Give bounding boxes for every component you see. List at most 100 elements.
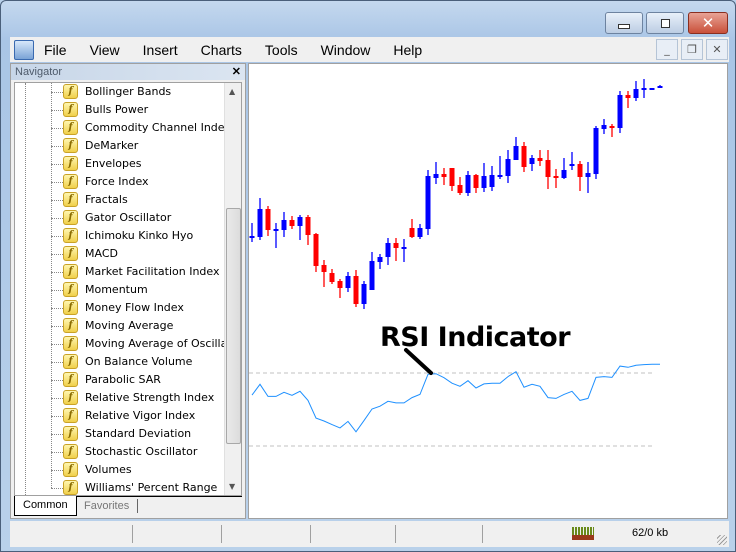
candle-body: [449, 168, 455, 186]
navigator-item[interactable]: f Bulls Power: [15, 101, 225, 119]
navigator-item-label: Stochastic Oscillator: [85, 445, 198, 458]
menu-insert[interactable]: Insert: [143, 42, 178, 58]
candle-body: [305, 217, 311, 235]
function-icon: f: [63, 264, 78, 279]
navigator-item[interactable]: f Relative Strength Index: [15, 389, 225, 407]
tree-connector: [51, 308, 63, 309]
candle-body: [313, 234, 319, 266]
navigator-item-label: Force Index: [85, 175, 149, 188]
candle-body: [257, 209, 263, 237]
navigator-header: Navigator ✕: [11, 64, 245, 80]
navigator-item[interactable]: f DeMarker: [15, 137, 225, 155]
function-icon: f: [63, 372, 78, 387]
navigator-item[interactable]: f Ichimoku Kinko Hyo: [15, 227, 225, 245]
navigator-item-label: DeMarker: [85, 139, 139, 152]
menu-charts[interactable]: Charts: [201, 42, 242, 58]
navigator-item[interactable]: f Gator Oscillator: [15, 209, 225, 227]
navigator-item[interactable]: f Commodity Channel Index: [15, 119, 231, 137]
menu-window[interactable]: Window: [321, 42, 371, 58]
navigator-item[interactable]: f Relative Vigor Index: [15, 407, 225, 425]
menu-help[interactable]: Help: [393, 42, 422, 58]
close-icon: ✕: [701, 14, 715, 32]
menu-file[interactable]: File: [44, 42, 67, 58]
function-icon: f: [63, 228, 78, 243]
navigator-close-icon[interactable]: ✕: [232, 64, 241, 80]
navigator-title: Navigator: [15, 66, 63, 78]
status-separator: [482, 525, 483, 543]
navigator-panel: Navigator ✕ f Bollinger Bands f Bulls Power…: [10, 63, 246, 519]
candle-body: [417, 228, 423, 237]
navigator-item[interactable]: f Fractals: [15, 191, 225, 209]
function-icon: f: [63, 480, 78, 495]
navigator-item[interactable]: f On Balance Volume: [15, 353, 225, 371]
candle-body: [513, 146, 519, 160]
navigator-item[interactable]: f Standard Deviation: [15, 425, 225, 443]
navigator-item-label: Bollinger Bands: [85, 85, 172, 98]
navigator-item[interactable]: f Williams' Percent Range: [15, 479, 225, 495]
tree-connector: [51, 488, 63, 489]
restore-icon: ❐: [687, 43, 697, 56]
navigator-item[interactable]: f Moving Average: [15, 317, 225, 335]
navigator-item[interactable]: f Force Index: [15, 173, 225, 191]
navigator-item-label: Bulls Power: [85, 103, 149, 116]
navigator-item[interactable]: f Momentum: [15, 281, 225, 299]
navigator-item[interactable]: f Moving Average of Oscillat: [15, 335, 232, 353]
tree-connector: [51, 164, 63, 165]
scroll-up-icon[interactable]: ▲: [229, 87, 235, 96]
function-icon: f: [63, 300, 78, 315]
candle-body: [625, 95, 631, 98]
function-icon: f: [63, 390, 78, 405]
navigator-item-label: Relative Vigor Index: [85, 409, 196, 422]
traffic-status: 62/0 kb: [632, 527, 669, 539]
tab-common[interactable]: Common: [14, 496, 77, 516]
navigator-item-label: Ichimoku Kinko Hyo: [85, 229, 194, 242]
resize-grip-icon[interactable]: [717, 535, 727, 545]
navigator-scrollbar[interactable]: ▲ ▼: [224, 83, 241, 495]
minimize-icon: [618, 23, 630, 29]
navigator-item[interactable]: f Volumes: [15, 461, 225, 479]
navigator-item-label: MACD: [85, 247, 118, 260]
app-logo-icon: [14, 39, 34, 60]
navigator-item[interactable]: f Market Facilitation Index: [15, 263, 225, 281]
navigator-item[interactable]: f Stochastic Oscillator: [15, 443, 225, 461]
tab-favorites[interactable]: Favorites: [76, 499, 139, 513]
navigator-item-label: Money Flow Index: [85, 301, 184, 314]
navigator-item-label: Moving Average of Oscillat: [85, 337, 232, 350]
candle-body: [601, 125, 607, 129]
candle-body: [657, 86, 663, 88]
navigator-item[interactable]: f Money Flow Index: [15, 299, 225, 317]
candle-body: [609, 126, 615, 128]
candle-body: [337, 281, 343, 288]
tree-connector: [51, 398, 63, 399]
mdi-close-button[interactable]: ✕: [706, 39, 728, 60]
candle-body: [617, 95, 623, 128]
function-icon: f: [63, 192, 78, 207]
navigator-item-label: Market Facilitation Index: [85, 265, 220, 278]
tree-connector: [51, 452, 63, 453]
navigator-item[interactable]: f MACD: [15, 245, 225, 263]
navigator-item[interactable]: f Envelopes: [15, 155, 225, 173]
candle-body: [497, 175, 503, 177]
minimize-button[interactable]: [605, 12, 643, 34]
mdi-restore-button[interactable]: ❐: [681, 39, 703, 60]
menu-tools[interactable]: Tools: [265, 42, 298, 58]
chart-window[interactable]: RSI Indicator: [248, 63, 728, 519]
maximize-button[interactable]: [646, 12, 684, 34]
candle-body: [545, 160, 551, 177]
mdi-minimize-button[interactable]: _: [656, 39, 678, 60]
tree-connector: [51, 200, 63, 201]
candle-body: [569, 164, 575, 166]
close-button[interactable]: ✕: [688, 12, 728, 34]
menu-view[interactable]: View: [90, 42, 120, 58]
navigator-item[interactable]: f Bollinger Bands: [15, 83, 225, 101]
tree-connector: [51, 470, 63, 471]
navigator-item[interactable]: f Parabolic SAR: [15, 371, 225, 389]
navigator-item-label: On Balance Volume: [85, 355, 193, 368]
tree-connector: [51, 272, 63, 273]
scroll-down-icon[interactable]: ▼: [229, 482, 235, 491]
scrollbar-thumb[interactable]: [226, 208, 241, 444]
candle-body: [457, 185, 463, 193]
candle-body: [481, 176, 487, 188]
menu-bar: File View Insert Charts Tools Window Hel…: [10, 37, 729, 62]
candle-body: [345, 276, 351, 288]
